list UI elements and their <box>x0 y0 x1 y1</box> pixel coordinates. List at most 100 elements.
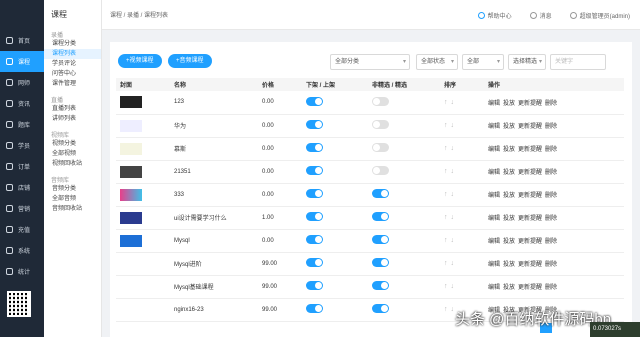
nav-item-5[interactable]: 学员 <box>0 135 44 156</box>
sort-down-icon[interactable]: ↓ <box>451 306 455 313</box>
featured-toggle[interactable] <box>372 258 389 267</box>
featured-toggle[interactable] <box>372 235 389 244</box>
deliver-link[interactable]: 投放 <box>503 239 515 245</box>
add-video-course-button[interactable]: +视频课程 <box>118 54 162 68</box>
publish-toggle[interactable] <box>306 258 323 267</box>
subnav-item[interactable]: 全部音频 <box>44 194 101 204</box>
subnav-item[interactable]: 直播列表 <box>44 104 101 114</box>
sort-down-icon[interactable]: ↓ <box>451 191 455 198</box>
sort-up-icon[interactable]: ↑ <box>444 122 448 129</box>
sort-up-icon[interactable]: ↑ <box>444 214 448 221</box>
sort-down-icon[interactable]: ↓ <box>451 99 455 106</box>
edit-link[interactable]: 编辑 <box>488 285 500 291</box>
subnav-item[interactable]: 视频分类 <box>44 139 101 149</box>
deliver-link[interactable]: 投放 <box>503 285 515 291</box>
subnav-item[interactable]: 学员评论 <box>44 59 101 69</box>
sort-down-icon[interactable]: ↓ <box>451 283 455 290</box>
publish-toggle[interactable] <box>306 96 323 106</box>
deliver-link[interactable]: 投放 <box>503 147 515 153</box>
sort-up-icon[interactable]: ↑ <box>444 260 448 267</box>
deliver-link[interactable]: 投放 <box>503 193 515 199</box>
nav-item-6[interactable]: 订单 <box>0 156 44 177</box>
nav-item-1[interactable]: 课程 <box>0 51 44 72</box>
deliver-link[interactable]: 投放 <box>503 101 515 107</box>
featured-toggle[interactable] <box>372 189 389 198</box>
update-remind-link[interactable]: 更新提醒 <box>518 285 542 291</box>
user-menu[interactable]: 超级管理员(admin) <box>569 11 630 20</box>
message-link[interactable]: 消息 <box>529 11 552 20</box>
featured-toggle[interactable] <box>372 96 389 106</box>
nav-item-10[interactable]: 系统 <box>0 240 44 261</box>
add-audio-course-button[interactable]: +音频课程 <box>168 54 212 68</box>
sort-down-icon[interactable]: ↓ <box>451 237 455 244</box>
publish-toggle[interactable] <box>306 143 323 152</box>
subnav-item[interactable]: 课件管理 <box>44 79 101 89</box>
delete-link[interactable]: 删除 <box>545 147 557 153</box>
sort-down-icon[interactable]: ↓ <box>451 168 455 175</box>
featured-toggle[interactable] <box>372 120 389 129</box>
subnav-item[interactable]: 视频回收站 <box>44 159 101 169</box>
subnav-item[interactable]: 音频分类 <box>44 184 101 194</box>
delete-link[interactable]: 删除 <box>545 262 557 268</box>
subnav-item[interactable]: 课程列表 <box>44 49 101 59</box>
sort-down-icon[interactable]: ↓ <box>451 122 455 129</box>
update-remind-link[interactable]: 更新提醒 <box>518 101 542 107</box>
update-remind-link[interactable]: 更新提醒 <box>518 262 542 268</box>
sort-up-icon[interactable]: ↑ <box>444 283 448 290</box>
edit-link[interactable]: 编辑 <box>488 216 500 222</box>
edit-link[interactable]: 编辑 <box>488 124 500 130</box>
help-link[interactable]: 帮助中心 <box>477 11 512 20</box>
delete-link[interactable]: 删除 <box>545 170 557 176</box>
sort-up-icon[interactable]: ↑ <box>444 99 448 106</box>
featured-toggle[interactable] <box>372 304 389 313</box>
featured-select[interactable]: 选择精选 <box>508 54 546 70</box>
type-select[interactable]: 全部 <box>462 54 504 70</box>
edit-link[interactable]: 编辑 <box>488 239 500 245</box>
publish-toggle[interactable] <box>306 212 323 221</box>
publish-toggle[interactable] <box>306 304 323 313</box>
deliver-link[interactable]: 投放 <box>503 124 515 130</box>
subnav-item[interactable]: 全部视频 <box>44 149 101 159</box>
deliver-link[interactable]: 投放 <box>503 262 515 268</box>
nav-item-0[interactable]: 首页 <box>0 30 44 51</box>
featured-toggle[interactable] <box>372 143 389 152</box>
publish-toggle[interactable] <box>306 281 323 290</box>
deliver-link[interactable]: 投放 <box>503 170 515 176</box>
sort-down-icon[interactable]: ↓ <box>451 214 455 221</box>
search-input[interactable]: 关键字 <box>550 54 606 70</box>
featured-toggle[interactable] <box>372 166 389 175</box>
subnav-item[interactable]: 问答中心 <box>44 69 101 79</box>
sort-up-icon[interactable]: ↑ <box>444 145 448 152</box>
featured-toggle[interactable] <box>372 281 389 290</box>
update-remind-link[interactable]: 更新提醒 <box>518 124 542 130</box>
nav-item-7[interactable]: 店铺 <box>0 177 44 198</box>
sort-up-icon[interactable]: ↑ <box>444 237 448 244</box>
nav-item-3[interactable]: 资讯 <box>0 93 44 114</box>
update-remind-link[interactable]: 更新提醒 <box>518 193 542 199</box>
publish-toggle[interactable] <box>306 189 323 198</box>
subnav-item[interactable]: 课程分类 <box>44 39 101 49</box>
delete-link[interactable]: 删除 <box>545 124 557 130</box>
nav-item-8[interactable]: 营销 <box>0 198 44 219</box>
edit-link[interactable]: 编辑 <box>488 170 500 176</box>
update-remind-link[interactable]: 更新提醒 <box>518 170 542 176</box>
sort-up-icon[interactable]: ↑ <box>444 191 448 198</box>
update-remind-link[interactable]: 更新提醒 <box>518 147 542 153</box>
delete-link[interactable]: 删除 <box>545 285 557 291</box>
subnav-item[interactable]: 音频回收站 <box>44 204 101 214</box>
sort-up-icon[interactable]: ↑ <box>444 168 448 175</box>
edit-link[interactable]: 编辑 <box>488 147 500 153</box>
featured-toggle[interactable] <box>372 212 389 221</box>
delete-link[interactable]: 删除 <box>545 193 557 199</box>
status-select[interactable]: 全部状态 <box>416 54 458 70</box>
publish-toggle[interactable] <box>306 235 323 244</box>
update-remind-link[interactable]: 更新提醒 <box>518 239 542 245</box>
delete-link[interactable]: 删除 <box>545 239 557 245</box>
category-select[interactable]: 全部分类 <box>330 54 410 70</box>
edit-link[interactable]: 编辑 <box>488 193 500 199</box>
sort-down-icon[interactable]: ↓ <box>451 145 455 152</box>
delete-link[interactable]: 删除 <box>545 101 557 107</box>
update-remind-link[interactable]: 更新提醒 <box>518 216 542 222</box>
sort-down-icon[interactable]: ↓ <box>451 260 455 267</box>
sort-up-icon[interactable]: ↑ <box>444 306 448 313</box>
